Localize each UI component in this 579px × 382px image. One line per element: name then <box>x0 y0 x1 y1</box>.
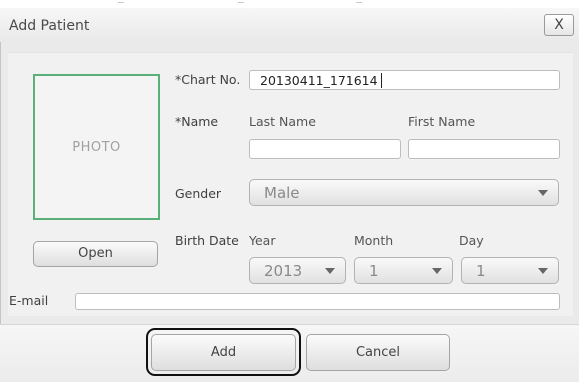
background-mark <box>118 2 124 5</box>
gender-value: Male <box>264 184 300 202</box>
chart-no-value: 20130411_171614 <box>260 73 378 88</box>
first-name-label: First Name <box>408 114 476 129</box>
first-name-input[interactable] <box>408 139 560 159</box>
chevron-down-icon <box>538 268 548 274</box>
gender-label: Gender <box>175 186 222 201</box>
open-photo-button[interactable]: Open <box>33 241 158 267</box>
open-photo-label: Open <box>78 246 113 261</box>
day-value: 1 <box>476 262 486 280</box>
name-label: *Name <box>175 114 219 129</box>
text-caret <box>381 73 382 88</box>
photo-frame: PHOTO <box>33 74 160 220</box>
background-mark <box>356 2 362 5</box>
add-button-label: Add <box>210 345 237 360</box>
chart-no-label: *Chart No. <box>175 72 241 87</box>
chevron-down-icon <box>325 268 335 274</box>
last-name-label: Last Name <box>249 114 316 129</box>
email-label: E-mail <box>9 293 49 308</box>
photo-placeholder: PHOTO <box>72 140 121 155</box>
birth-date-label: Birth Date <box>175 233 239 248</box>
last-name-input[interactable] <box>249 139 401 159</box>
background-strip <box>0 0 579 8</box>
month-label: Month <box>354 233 394 248</box>
dialog-titlebar: Add Patient <box>0 8 579 42</box>
chevron-down-icon <box>538 190 548 196</box>
year-label: Year <box>249 233 276 248</box>
add-button[interactable]: Add <box>151 334 296 371</box>
cancel-button-label: Cancel <box>355 345 401 360</box>
chevron-down-icon <box>432 268 442 274</box>
close-icon: X <box>554 17 564 33</box>
chart-no-input[interactable]: 20130411_171614 <box>249 70 560 90</box>
gender-select[interactable]: Male <box>249 179 559 206</box>
dialog-title: Add Patient <box>9 18 90 34</box>
month-value: 1 <box>369 262 379 280</box>
month-select[interactable]: 1 <box>354 257 453 284</box>
cancel-button[interactable]: Cancel <box>306 334 450 371</box>
year-select[interactable]: 2013 <box>249 257 346 284</box>
background-mark <box>238 2 244 5</box>
year-value: 2013 <box>264 262 303 280</box>
email-input[interactable] <box>75 293 560 310</box>
day-select[interactable]: 1 <box>461 257 559 284</box>
day-label: Day <box>459 233 484 248</box>
close-button[interactable]: X <box>544 14 574 36</box>
